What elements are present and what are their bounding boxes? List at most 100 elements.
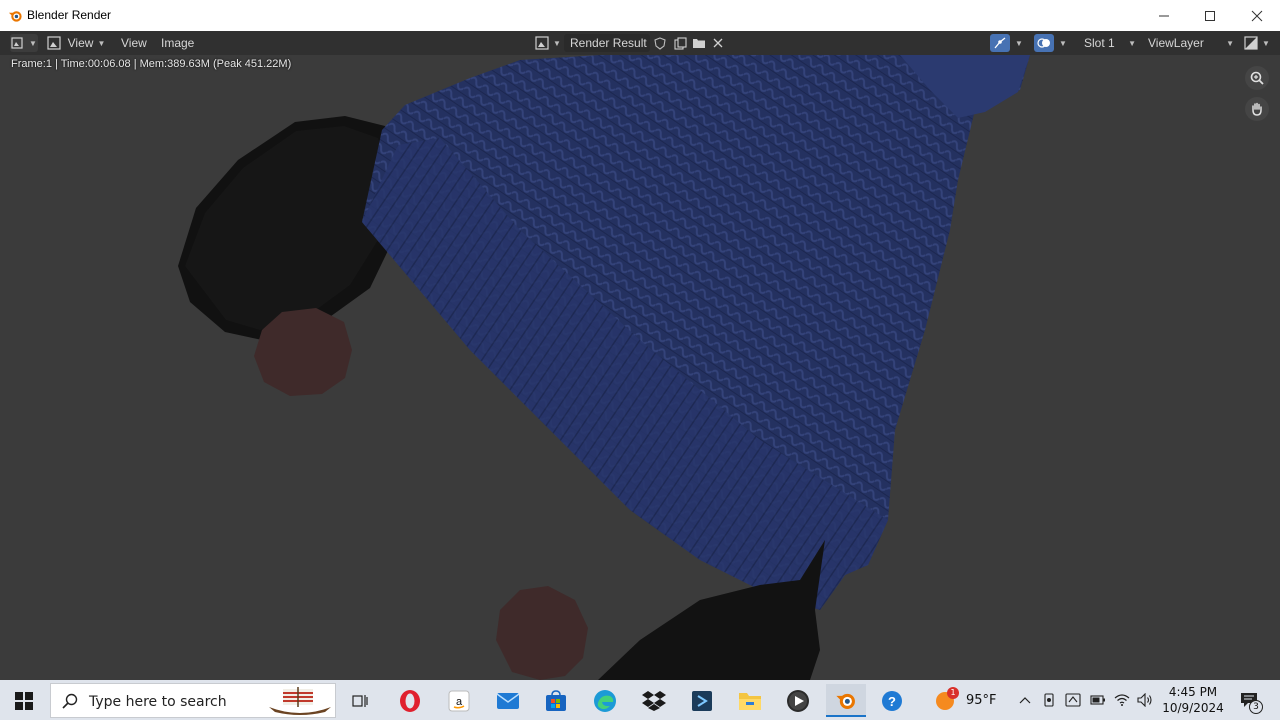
network-indicator[interactable] xyxy=(1112,680,1132,720)
battery-icon xyxy=(1090,695,1105,705)
search-placeholder: Type here to search xyxy=(89,694,227,710)
mail-app[interactable] xyxy=(488,684,528,717)
tray-app-button[interactable] xyxy=(1040,680,1058,720)
view-mode-dropdown[interactable]: View ▼ xyxy=(44,34,108,52)
overlays-options-dropdown[interactable]: ▼ xyxy=(1056,34,1070,52)
close-button[interactable] xyxy=(1234,0,1280,31)
blender-logo-icon xyxy=(836,693,855,709)
show-hidden-icons-button[interactable] xyxy=(1016,680,1034,720)
image-editor-header: ▼ View ▼ View Image ▼ Render Result ▼ ▼ … xyxy=(0,31,1280,55)
file-explorer-app[interactable] xyxy=(730,684,770,717)
shield-icon xyxy=(654,36,666,50)
duplicate-icon xyxy=(673,36,687,50)
menu-view[interactable]: View xyxy=(121,31,147,55)
tray-utility-icon xyxy=(1065,693,1081,707)
wifi-icon xyxy=(1114,694,1130,706)
menu-image[interactable]: Image xyxy=(161,31,194,55)
app-s-icon xyxy=(692,690,712,711)
dropbox-icon xyxy=(642,690,666,711)
tray-app-icon xyxy=(1044,693,1054,707)
gizmo-options-dropdown[interactable]: ▼ xyxy=(1012,34,1026,52)
clock[interactable]: 4:45 PM 10/9/2024 xyxy=(1160,680,1226,720)
render-viewport[interactable]: Frame:1 | Time:00:06.08 | Mem:389.63M (P… xyxy=(0,55,1280,680)
minimize-button[interactable] xyxy=(1141,0,1187,31)
open-image-button[interactable] xyxy=(690,34,708,52)
help-app[interactable]: ? xyxy=(872,684,912,717)
media-player-app[interactable] xyxy=(778,684,818,717)
image-browse-icon xyxy=(535,36,549,50)
image-name-field[interactable]: Render Result xyxy=(564,34,650,52)
maximize-icon xyxy=(1205,10,1215,21)
amazon-app[interactable]: a xyxy=(439,684,479,717)
chevron-down-icon: ▼ xyxy=(1128,38,1136,48)
zoom-icon xyxy=(1250,71,1264,85)
dropbox-app[interactable] xyxy=(634,684,674,717)
start-button[interactable] xyxy=(4,684,44,717)
clock-date: 10/9/2024 xyxy=(1162,701,1224,715)
microsoft-store-app[interactable] xyxy=(536,684,576,717)
blender-logo-icon xyxy=(8,11,22,22)
svg-text:?: ? xyxy=(888,694,896,709)
gizmo-toggle-button[interactable] xyxy=(990,34,1010,52)
weather-temperature: 95°F xyxy=(966,692,997,708)
view-mode-label: View xyxy=(67,36,94,50)
help-icon: ? xyxy=(882,690,902,711)
display-channels-dropdown[interactable]: ▼ xyxy=(1243,34,1271,52)
slot-dropdown[interactable]: Slot 1 ▼ xyxy=(1078,34,1142,52)
render-info-text: Frame:1 | Time:00:06.08 | Mem:389.63M (P… xyxy=(11,58,292,70)
notification-center-button[interactable]: 3 xyxy=(1234,680,1264,720)
window-title: Blender Render xyxy=(27,8,112,22)
blue-s-app[interactable] xyxy=(682,684,722,717)
chevron-down-icon: ▼ xyxy=(1059,38,1067,48)
folder-icon xyxy=(739,692,761,710)
pan-button[interactable] xyxy=(1245,97,1269,121)
weather-widget[interactable]: 1 95°F xyxy=(934,680,1000,720)
overlays-toggle-button[interactable] xyxy=(1034,34,1054,52)
new-image-button[interactable] xyxy=(671,34,689,52)
display-channels-icon xyxy=(1244,36,1258,50)
folder-icon xyxy=(693,39,705,48)
task-view-icon xyxy=(352,694,368,707)
viking-ship-icon xyxy=(269,687,331,715)
clock-time: 4:45 PM xyxy=(1168,685,1218,699)
chevron-down-icon: ▼ xyxy=(1226,38,1234,48)
slot-label: Slot 1 xyxy=(1084,36,1115,50)
mail-icon xyxy=(496,692,520,709)
task-view-button[interactable] xyxy=(340,684,380,717)
notification-count-badge: 3 xyxy=(1249,700,1263,714)
render-result-image xyxy=(0,55,1280,680)
chevron-down-icon: ▼ xyxy=(553,38,561,48)
hand-icon xyxy=(1252,102,1262,116)
close-icon xyxy=(713,38,723,48)
play-icon xyxy=(787,689,809,712)
editor-type-selector[interactable]: ▼ xyxy=(10,34,38,52)
taskbar-search-box[interactable]: Type here to search xyxy=(50,683,336,718)
zoom-button[interactable] xyxy=(1245,66,1269,90)
edge-app[interactable] xyxy=(585,684,625,717)
edge-icon xyxy=(594,689,616,712)
search-icon xyxy=(62,693,78,709)
maximize-button[interactable] xyxy=(1187,0,1233,31)
chevron-down-icon: ▼ xyxy=(29,38,37,48)
svg-text:a: a xyxy=(456,696,463,708)
view-layer-label: ViewLayer xyxy=(1148,36,1204,50)
windows-logo-icon xyxy=(15,691,33,710)
view-layer-dropdown[interactable]: ViewLayer ▼ xyxy=(1143,34,1239,52)
chevron-down-icon: ▼ xyxy=(1015,38,1023,48)
blender-app[interactable] xyxy=(826,684,866,717)
fake-user-button[interactable] xyxy=(651,34,669,52)
speaker-icon xyxy=(1137,693,1152,707)
volume-indicator[interactable] xyxy=(1135,680,1155,720)
chevron-down-icon: ▼ xyxy=(97,38,106,48)
tray-utility-button[interactable] xyxy=(1063,680,1083,720)
window-title-bar: Blender Render xyxy=(0,0,1280,31)
chevron-down-icon: ▼ xyxy=(1262,38,1270,48)
image-mode-icon xyxy=(47,36,61,50)
store-icon xyxy=(546,689,566,711)
overlays-icon xyxy=(1037,38,1050,48)
browse-image-dropdown[interactable]: ▼ xyxy=(534,34,562,52)
image-name-value: Render Result xyxy=(570,36,647,50)
opera-app[interactable] xyxy=(390,684,430,717)
battery-indicator[interactable] xyxy=(1088,680,1108,720)
unlink-image-button[interactable] xyxy=(709,34,727,52)
